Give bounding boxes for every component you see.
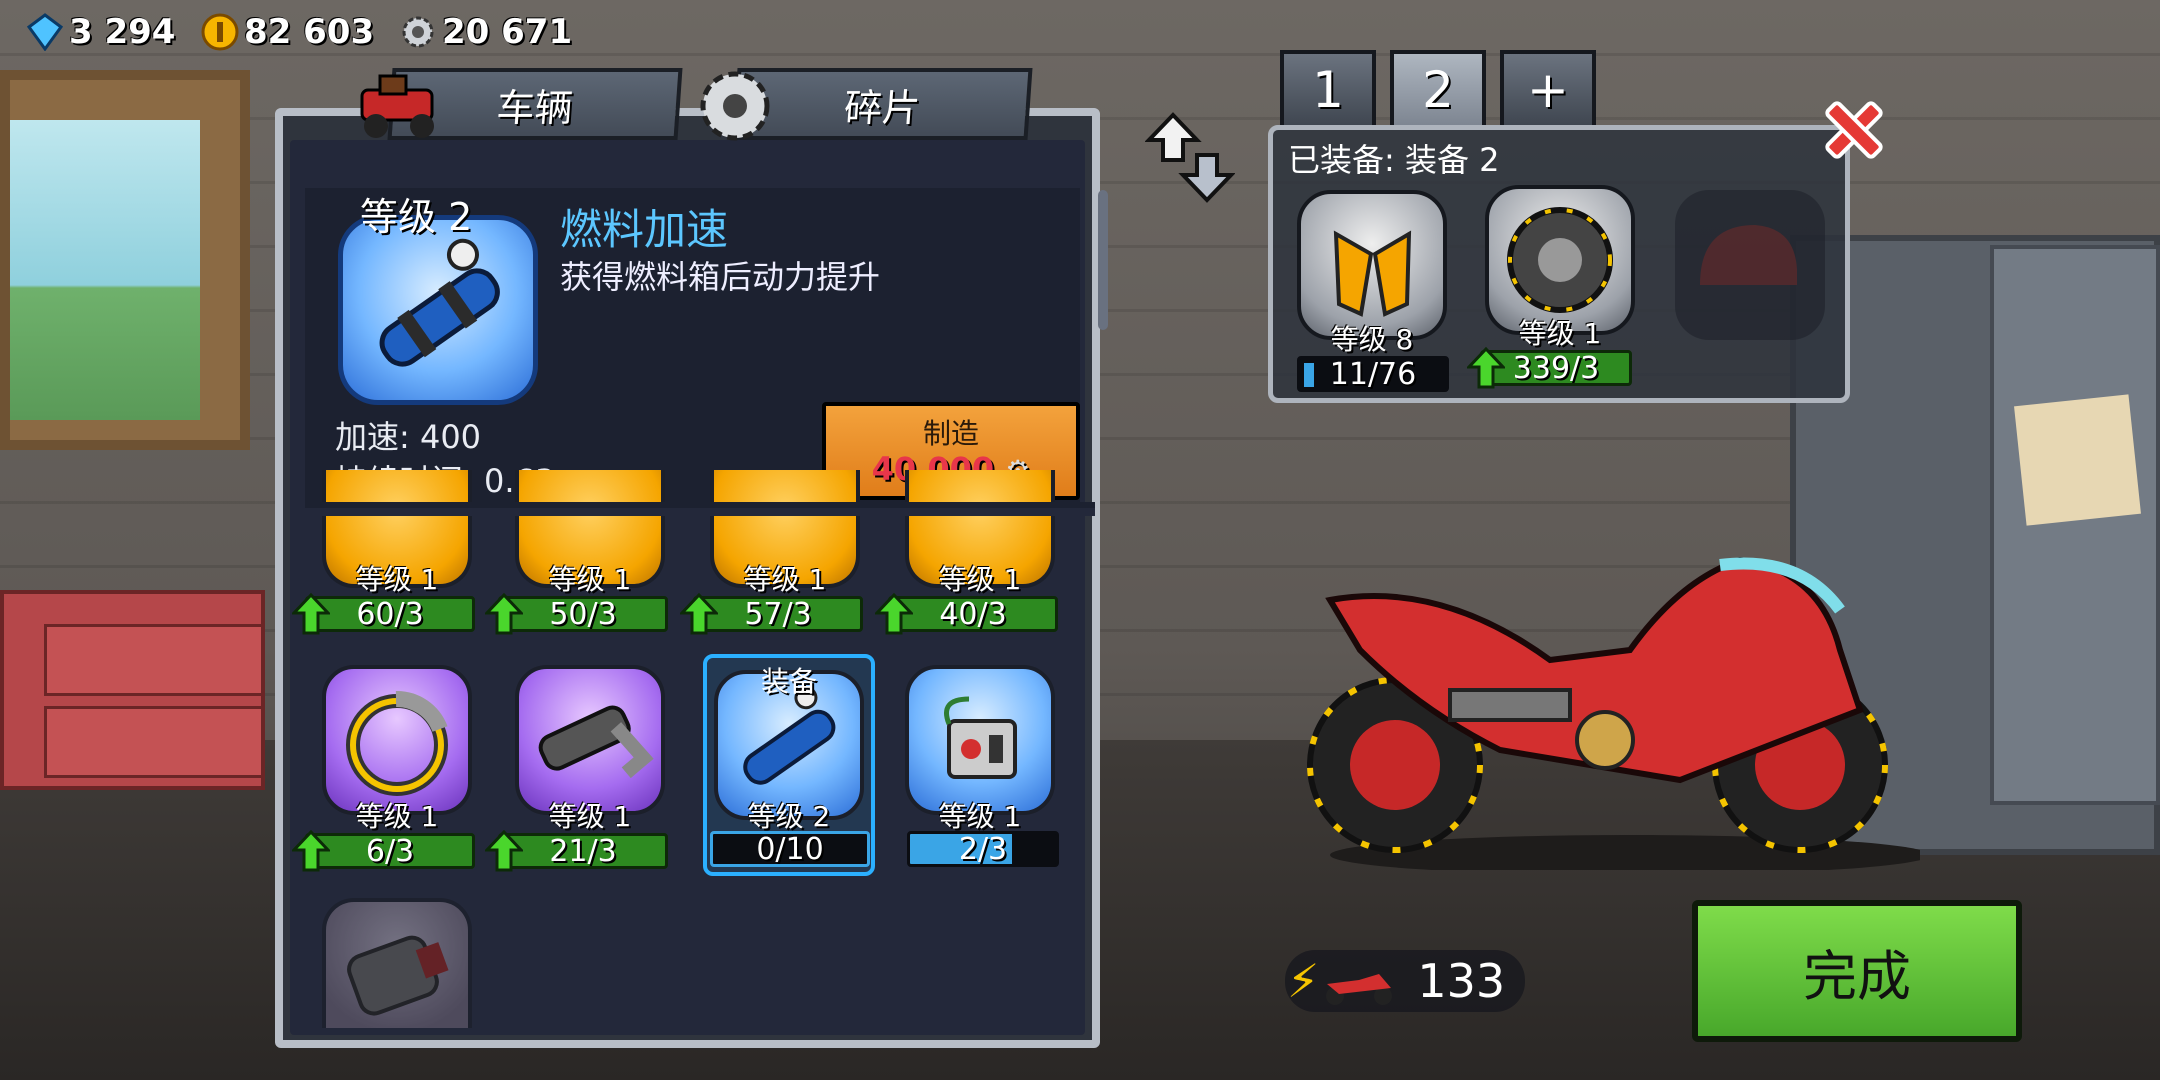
gear-counter: 20 671 [398, 8, 572, 56]
locked-part-card[interactable] [322, 898, 472, 1028]
gear-tab-icon [695, 66, 775, 146]
selected-part-description: 获得燃料箱后动力提升 [560, 258, 881, 296]
gem-counter: 3 294 [25, 8, 175, 56]
upgrade-arrow-icon [875, 593, 913, 635]
ignition-box-icon [944, 696, 1017, 779]
equipped-part-progress-bar: 339/3 [1467, 347, 1632, 389]
gear-icon [398, 12, 438, 52]
close-icon[interactable] [1818, 94, 1890, 166]
progress-fill [1304, 363, 1314, 387]
part-progress-bar: 57/3 [680, 593, 863, 635]
part-progress: 6/3 [365, 833, 415, 869]
brake-disc-icon [346, 691, 448, 796]
part-progress: 50/3 [549, 596, 617, 632]
upgrade-arrow-icon [680, 593, 718, 635]
brake-disc-part-card[interactable] [322, 665, 472, 815]
empty-helmet-slot[interactable] [1675, 190, 1825, 340]
snow-chains-icon [1507, 207, 1613, 313]
part-progress-bar: 0/10 [710, 831, 870, 867]
craft-label: 制造 [922, 417, 979, 450]
part-level: 等级 1 [938, 563, 1022, 596]
swap-arrows-icon[interactable] [1144, 110, 1236, 205]
mini-bike-icon [1319, 963, 1399, 1005]
loadout-slot-2[interactable]: 2 [1390, 50, 1486, 130]
garage-window [0, 70, 250, 450]
loadout-slot-label: + [1527, 61, 1569, 119]
equipped-part-progress: 339/3 [1512, 350, 1600, 386]
stat-boost: 加速: 400 [335, 418, 482, 456]
air-filter-icon [347, 935, 449, 1016]
tab-parts[interactable]: 碎片 [732, 68, 1033, 140]
upgrade-arrow-icon [292, 830, 330, 872]
electronics-part-card[interactable] [905, 665, 1055, 815]
loadout-slot-label: 1 [1312, 61, 1344, 119]
part-progress-bar: 2/3 [907, 831, 1059, 867]
done-button[interactable]: 完成 [1692, 900, 2022, 1042]
suspension-icon [1333, 230, 1412, 317]
equipped-tag: 装备 [760, 665, 817, 698]
selected-part-name: 燃料加速 [560, 205, 729, 254]
part-level: 等级 2 [747, 800, 831, 833]
part-progress-bar: 60/3 [292, 593, 475, 635]
gem-icon [25, 12, 65, 52]
drawer-cabinet [0, 590, 265, 790]
part-level: 等级 1 [743, 563, 827, 596]
part-progress-bar: 21/3 [485, 830, 668, 872]
exhaust-pipe-icon [538, 705, 654, 779]
loadout-slot-add[interactable]: + [1500, 50, 1596, 130]
part-progress: 57/3 [744, 596, 812, 632]
lightning-icon: ⚡ [1287, 954, 1320, 1008]
part-progress-bar: 6/3 [292, 830, 475, 872]
equipped-part-progress-bar: 11/76 [1297, 356, 1449, 392]
equipped-part-level: 等级 8 [1330, 323, 1414, 356]
part-progress: 60/3 [356, 596, 424, 632]
tab-vehicles-label: 车辆 [495, 85, 575, 130]
upgrade-arrow-icon [292, 593, 330, 635]
row1-mask [305, 508, 1095, 516]
part-progress: 2/3 [958, 831, 1008, 867]
upgrade-arrow-icon [485, 830, 523, 872]
gem-count: 3 294 [69, 12, 176, 52]
part-level: 等级 1 [938, 800, 1022, 833]
selected-part-level: 等级 2 [360, 195, 473, 239]
wanted-poster [2014, 394, 2141, 526]
part-progress-bar: 50/3 [485, 593, 668, 635]
part-level: 等级 1 [355, 800, 439, 833]
nitro-tank-icon [338, 215, 538, 405]
motorbike-vehicle [1300, 540, 1930, 875]
coin-counter: 82 603 [200, 8, 374, 56]
vehicle-power: ⚡ 133 [1285, 950, 1525, 1012]
helmet-icon [1700, 225, 1797, 285]
coin-count: 82 603 [244, 12, 375, 52]
equipped-part-progress: 11/76 [1329, 356, 1417, 392]
locker-door [1990, 245, 2160, 805]
part-progress: 21/3 [549, 833, 617, 869]
coin-icon [200, 12, 240, 52]
upgrade-arrow-icon [485, 593, 523, 635]
part-level: 等级 1 [548, 563, 632, 596]
power-value: 133 [1417, 954, 1506, 1008]
row1-mask-top [305, 502, 1095, 508]
gear-count: 20 671 [442, 12, 573, 52]
part-level: 等级 1 [548, 800, 632, 833]
done-label: 完成 [1803, 944, 1911, 1008]
exhaust-part-card[interactable] [515, 665, 665, 815]
parts-scrollbar[interactable] [1098, 190, 1108, 330]
part-progress: 40/3 [939, 596, 1007, 632]
part-level: 等级 1 [355, 563, 439, 596]
part-progress-bar: 40/3 [875, 593, 1058, 635]
tab-parts-label: 碎片 [842, 85, 922, 130]
loadout-slot-1[interactable]: 1 [1280, 50, 1376, 130]
loadout-title: 已装备: 装备 2 [1288, 141, 1500, 179]
upgrade-arrow-icon [1467, 347, 1505, 389]
loadout-slot-label: 2 [1422, 61, 1454, 119]
jeep-icon [350, 66, 450, 146]
part-progress: 0/10 [756, 831, 824, 867]
equipped-part-level: 等级 1 [1518, 317, 1602, 350]
